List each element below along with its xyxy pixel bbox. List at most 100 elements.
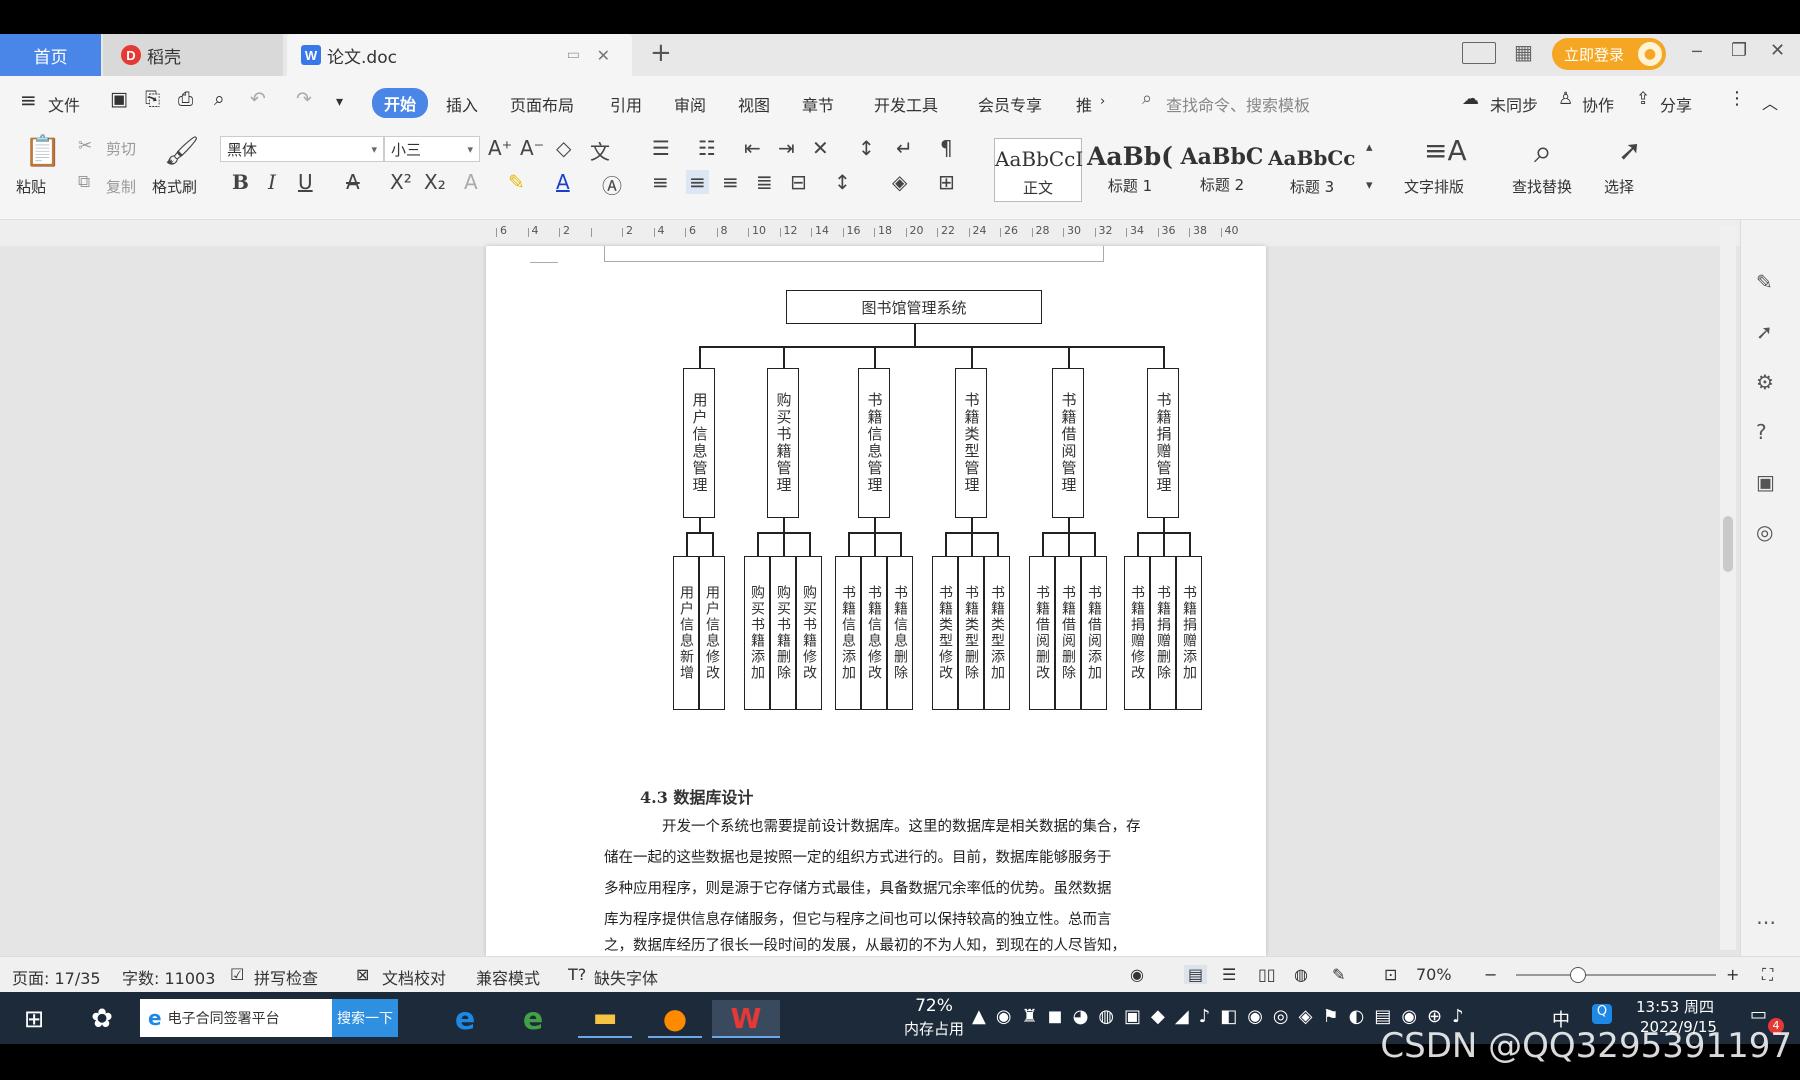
clear-format-icon[interactable]: ◇ — [556, 136, 571, 160]
undo-icon[interactable]: ↶ — [250, 88, 266, 110]
page-view-icon[interactable]: ▤ — [1184, 965, 1208, 984]
text-layout-icon[interactable]: ≡A — [1424, 134, 1467, 167]
font-color-icon[interactable]: A — [556, 170, 570, 194]
paste-label[interactable]: 粘贴 — [16, 176, 46, 197]
fit-page-icon[interactable]: ⊡ — [1384, 965, 1397, 984]
font-name-select[interactable]: 黑体 ▾ — [220, 136, 384, 162]
save-icon[interactable]: ▣ — [110, 88, 128, 110]
collab-button[interactable]: 协作 — [1582, 92, 1614, 116]
zoom-level[interactable]: 70% — [1416, 965, 1452, 984]
menu-file[interactable]: 文件 — [48, 92, 80, 116]
share-button[interactable]: 分享 — [1660, 92, 1692, 116]
vertical-scrollbar[interactable] — [1720, 226, 1736, 950]
more-options-icon[interactable]: ⋮ — [1728, 88, 1746, 109]
find-replace-icon[interactable]: ⌕ — [1534, 132, 1552, 171]
zoom-slider[interactable] — [1516, 967, 1716, 983]
pointer-icon[interactable]: ➚ — [1756, 320, 1773, 344]
file-explorer-icon[interactable]: ▬ — [578, 1000, 632, 1038]
export-pdf-icon[interactable]: ⎘ — [145, 88, 160, 110]
pin-tab-icon[interactable]: ▭ — [567, 47, 580, 63]
grid-apps-icon[interactable]: ▦ — [1514, 40, 1533, 64]
shading-icon[interactable]: ◈ — [892, 170, 907, 194]
select-cursor-icon[interactable]: ➚ — [1618, 134, 1641, 167]
wps-taskbar-icon[interactable]: W — [712, 1000, 780, 1038]
phonetic-icon[interactable]: 文 — [590, 136, 610, 165]
style-heading1[interactable]: AaBb( 标题 1 — [1086, 138, 1174, 202]
chinese-layout-icon[interactable]: ✕ — [812, 136, 829, 160]
distributed-icon[interactable]: ⊟ — [790, 170, 807, 194]
style-normal[interactable]: AaBbCcI 正文 — [994, 138, 1083, 202]
bullet-list-icon[interactable]: ☰ — [652, 136, 670, 160]
char-border-icon[interactable]: Ⓐ — [602, 170, 622, 199]
increase-indent-icon[interactable]: ⇥ — [778, 136, 795, 160]
show-marks-icon[interactable]: ¶ — [940, 136, 953, 160]
menu-developer[interactable]: 开发工具 — [874, 92, 938, 116]
tab-daoke[interactable]: D 稻壳 — [103, 34, 283, 76]
word-count[interactable]: 字数: 11003 — [122, 965, 215, 989]
reading-view-icon[interactable]: ▯▯ — [1258, 965, 1276, 984]
taskbar-search-button[interactable]: 搜索一下 — [332, 999, 398, 1037]
redo-icon[interactable]: ↷ — [296, 88, 312, 110]
minimize-button[interactable]: ─ — [1692, 42, 1702, 61]
write-mode-icon[interactable]: ✎ — [1332, 965, 1345, 984]
subscript-icon[interactable]: X₂ — [424, 170, 446, 194]
document-page[interactable]: 图书馆管理系统 用户信息管理 用户信息新增 用户信息修改 购买书籍管理 购买书籍添加 购买书… — [486, 246, 1266, 956]
italic-icon[interactable]: I — [268, 170, 276, 194]
pen-icon[interactable]: ✎ — [1756, 270, 1773, 294]
new-tab-button[interactable]: + — [650, 38, 672, 68]
close-window-button[interactable]: ✕ — [1770, 40, 1785, 61]
style-heading3[interactable]: AaBbCcl 标题 3 — [1268, 138, 1356, 202]
menu-member[interactable]: 会员专享 — [978, 92, 1042, 116]
shrink-font-icon[interactable]: A⁻ — [520, 136, 544, 160]
quick-access-dropdown-icon[interactable]: ▾ — [336, 94, 343, 110]
login-button[interactable]: 立即登录 ● — [1552, 38, 1666, 70]
sidebar-more-icon[interactable]: ⋯ — [1756, 910, 1776, 934]
windows-start-icon[interactable]: ⊞ — [14, 1000, 54, 1038]
page-indicator[interactable]: 页面: 17/35 — [12, 965, 101, 989]
scrollbar-thumb[interactable] — [1723, 516, 1733, 572]
checkbox-icon[interactable]: ☑ — [230, 965, 244, 984]
command-search-input[interactable]: 查找命令、搜索模板 — [1166, 92, 1310, 116]
style-heading2[interactable]: AaBbC 标题 2 — [1178, 138, 1266, 202]
image-tool-icon[interactable]: ▣ — [1756, 470, 1775, 494]
eye-protection-icon[interactable]: ◉ — [1130, 965, 1144, 984]
zoom-out-icon[interactable]: − — [1484, 965, 1497, 984]
copy-button[interactable]: 复制 — [106, 176, 136, 197]
print-preview-icon[interactable]: ⌕ — [214, 88, 225, 110]
menu-start[interactable]: 开始 — [372, 88, 429, 118]
superscript-icon[interactable]: X² — [390, 170, 412, 194]
missing-font-button[interactable]: 缺失字体 — [594, 965, 658, 989]
web-view-icon[interactable]: ◍ — [1294, 965, 1308, 984]
zoom-slider-thumb[interactable] — [1570, 967, 1586, 983]
menu-insert[interactable]: 插入 — [446, 92, 478, 116]
select-button[interactable]: 选择 — [1604, 176, 1634, 197]
hamburger-icon[interactable]: ≡ — [20, 88, 37, 112]
game-app-icon[interactable]: ● — [648, 1000, 702, 1038]
numbered-list-icon[interactable]: ☷ — [698, 136, 716, 160]
assistant-icon[interactable]: ✿ — [80, 1000, 124, 1038]
tab-document[interactable]: W 论文.doc ▭ ✕ — [287, 34, 632, 76]
ie-browser-icon[interactable]: e — [440, 1000, 490, 1038]
decrease-indent-icon[interactable]: ⇤ — [744, 136, 761, 160]
system-tray-icons[interactable]: ▲◉♜◼◕◍▣◆◢♪◧◉◎◈⚑◐▤◉⊕♪ — [972, 1006, 1474, 1027]
layout-icon[interactable] — [1462, 42, 1496, 64]
format-painter-icon[interactable]: 🖌 — [164, 134, 200, 167]
proofread-button[interactable]: 文档校对 — [382, 965, 446, 989]
borders-icon[interactable]: ⊞ — [938, 170, 955, 194]
format-painter-label[interactable]: 格式刷 — [152, 176, 197, 197]
restore-button[interactable]: ❐ — [1731, 40, 1747, 61]
settings-slider-icon[interactable]: ⚙ — [1756, 370, 1774, 394]
horizontal-ruler[interactable]: 6 4 2 2 4 6 8 10 12 14 16 18 20 22 24 26 28 30 32 34 36 38 40 — [0, 220, 1800, 246]
notification-icon[interactable]: ▭ — [1750, 1004, 1767, 1025]
underline-icon[interactable]: U — [298, 170, 313, 194]
outline-view-icon[interactable]: ☰ — [1222, 965, 1236, 984]
zoom-in-icon[interactable]: + — [1726, 965, 1739, 984]
menu-recommend[interactable]: 推 — [1076, 92, 1092, 116]
sync-status[interactable]: 未同步 — [1490, 92, 1538, 116]
paste-icon[interactable]: 📋 — [24, 134, 61, 169]
text-effect-icon[interactable]: A — [464, 170, 478, 194]
menu-view[interactable]: 视图 — [738, 92, 770, 116]
menu-chapter[interactable]: 章节 — [802, 92, 834, 116]
spell-check-button[interactable]: 拼写检查 — [254, 965, 318, 989]
cut-button[interactable]: 剪切 — [106, 138, 136, 159]
